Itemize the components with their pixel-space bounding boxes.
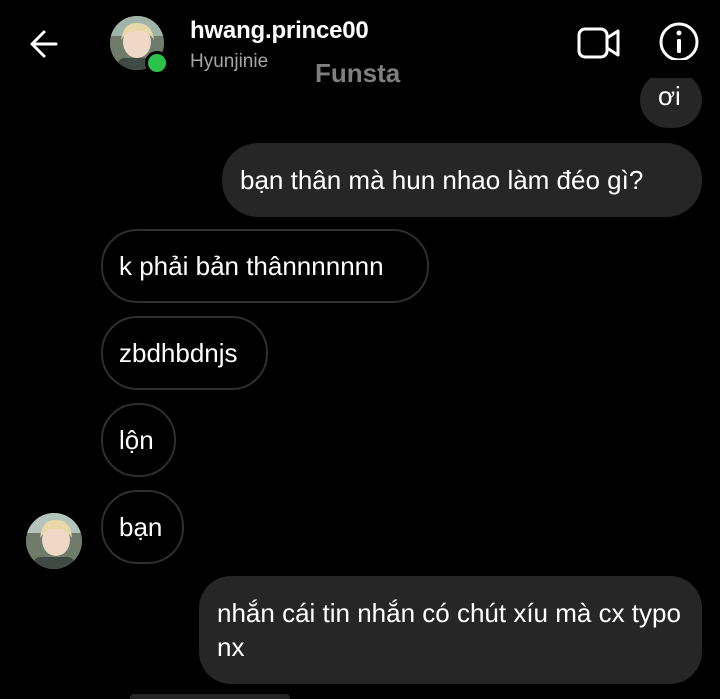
contact-display-name: Hyunjinie [190,51,269,72]
message-bubble-outgoing[interactable]: ơi [640,72,702,128]
sender-avatar[interactable] [26,513,82,569]
message-text: bạn [119,512,163,542]
arrow-left-icon [30,30,58,58]
message-text: nhắn cái tin nhắn có chút xíu mà cx typo… [217,598,681,662]
message-bubble-incoming[interactable]: lộn [101,403,176,477]
message-text: zbdhbdnjs [119,338,238,368]
message-text: lộn [119,425,154,455]
message-bubble-incoming[interactable]: zbdhbdnjs [101,316,268,390]
message-bubble-outgoing[interactable]: bạn thân mà hun nhao làm đéo gì? [222,143,702,217]
video-camera-icon [577,27,620,59]
message-text: bạn thân mà hun nhao làm đéo gì? [240,165,644,195]
video-call-button[interactable] [576,24,622,62]
message-bubble-incoming[interactable]: k phải bản thânnnnnnn [101,229,429,303]
message-text: k phải bản thânnnnnnn [119,251,384,281]
message-text: ơi [658,81,681,111]
message-bubble-outgoing[interactable]: nhắn cái tin nhắn có chút xíu mà cx typo… [199,576,702,684]
info-icon [659,22,699,62]
back-button[interactable] [26,26,62,62]
message-bubble-incoming[interactable]: bạn [101,490,184,564]
online-status-indicator [145,51,169,75]
contact-username[interactable]: hwang.prince00 [190,17,369,45]
info-button[interactable] [657,20,701,64]
next-message-edge [130,694,290,699]
funsta-watermark: Funsta [315,58,401,88]
header-fade [600,60,720,78]
